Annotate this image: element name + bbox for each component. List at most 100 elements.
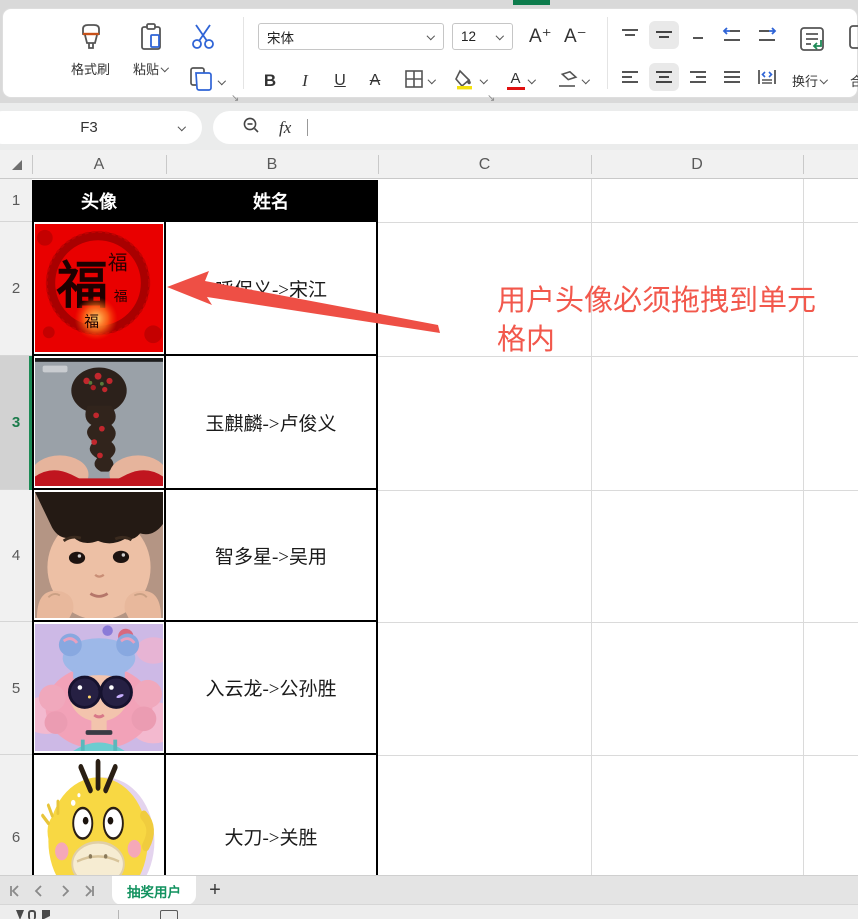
font-family-value: 宋体: [267, 27, 294, 47]
row-header-5[interactable]: 5: [0, 622, 32, 755]
row-header-column: 1 2 3 4 5 6: [0, 179, 32, 919]
chevron-down-icon: [496, 33, 504, 41]
font-size-select[interactable]: 12: [452, 23, 513, 50]
toddler-avatar[interactable]: [35, 492, 163, 618]
cell-b2[interactable]: 呼保义->宋江: [166, 222, 376, 356]
select-all-icon[interactable]: [10, 158, 24, 177]
format-painter-button[interactable]: 格式刷: [71, 21, 110, 78]
cell-b3[interactable]: 玉麒麟->卢俊义: [166, 356, 376, 490]
annotation-line2: 格内: [497, 321, 847, 360]
font-color-icon: A: [507, 72, 525, 90]
chevron-down-icon: [820, 77, 828, 85]
decrease-indent-button[interactable]: [717, 21, 747, 49]
fill-color-icon: [453, 67, 477, 96]
align-top-button[interactable]: [615, 21, 645, 49]
sheet-tab-label: 抽奖用户: [127, 881, 181, 901]
merge-cells-label: 合: [850, 71, 858, 90]
row-header-1[interactable]: 1: [0, 180, 32, 222]
annotation-note: 用户头像必须拖拽到单元 格内: [497, 282, 847, 360]
table-row: 福 福 福 福 呼保义->宋江: [34, 222, 376, 356]
align-bottom-button[interactable]: [683, 21, 713, 49]
red-dress-woman-avatar[interactable]: [35, 358, 163, 486]
wrap-text-label: 换行: [792, 71, 818, 90]
fu-blessing-avatar[interactable]: 福 福 福 福: [35, 224, 163, 352]
text-spacing-icon: [756, 68, 778, 86]
italic-button[interactable]: I: [293, 66, 317, 96]
wrap-text-icon[interactable]: [797, 25, 829, 60]
align-top-icon: [620, 27, 640, 43]
align-middle-button[interactable]: [649, 21, 679, 49]
cell-b1[interactable]: 姓名: [166, 182, 376, 222]
row-header-3-selected[interactable]: 3: [0, 356, 32, 490]
first-sheet-icon[interactable]: [6, 882, 24, 900]
align-right-button[interactable]: [683, 63, 713, 91]
search-icon[interactable]: [241, 115, 261, 140]
row-header-4[interactable]: 4: [0, 490, 32, 622]
wrap-text-button[interactable]: 换行: [792, 71, 828, 90]
cell-a5[interactable]: [34, 622, 166, 755]
decrease-font-size-button[interactable]: A⁻: [564, 25, 587, 48]
sheet-tab-active[interactable]: 抽奖用户: [112, 876, 196, 905]
add-sheet-button[interactable]: +: [203, 877, 227, 903]
increase-font-size-button[interactable]: A⁺: [529, 25, 552, 48]
cell-a4[interactable]: [34, 490, 166, 622]
column-header-b[interactable]: B: [166, 150, 378, 179]
formula-cursor: [307, 119, 308, 136]
paste-button[interactable]: 粘贴: [133, 21, 169, 78]
align-center-button[interactable]: [649, 63, 679, 91]
pink-hair-girl-avatar[interactable]: [35, 624, 163, 751]
cell-a3[interactable]: [34, 356, 166, 490]
svg-text:福: 福: [84, 313, 99, 330]
cell-a2[interactable]: 福 福 福 福: [34, 222, 166, 356]
italic-label: I: [302, 71, 308, 91]
increase-font-label: A⁺: [529, 26, 552, 47]
fill-color-button[interactable]: [449, 66, 491, 96]
merge-cells-button[interactable]: 合: [850, 71, 858, 90]
clear-format-button[interactable]: [551, 66, 593, 96]
next-sheet-icon[interactable]: [56, 882, 74, 900]
svg-text:福: 福: [108, 252, 128, 274]
align-middle-icon: [654, 27, 674, 43]
name-box[interactable]: F3: [0, 111, 202, 144]
copy-icon: [187, 65, 215, 98]
font-family-select[interactable]: 宋体: [258, 23, 444, 50]
previous-sheet-icon[interactable]: [30, 882, 48, 900]
cell-b4[interactable]: 智多星->吴用: [166, 490, 376, 622]
name-box-value: F3: [0, 119, 178, 136]
row-header-2[interactable]: 2: [0, 222, 32, 356]
bold-button[interactable]: B: [258, 66, 282, 96]
annotation-line1: 用户头像必须拖拽到单元: [497, 282, 847, 321]
borders-button[interactable]: [399, 66, 439, 96]
formula-input[interactable]: fx: [213, 111, 858, 144]
column-header-c[interactable]: C: [378, 150, 591, 179]
scissors-icon: [187, 38, 219, 55]
copy-button[interactable]: [187, 65, 226, 98]
strikethrough-button[interactable]: A: [363, 66, 387, 96]
table-row: 玉麒麟->卢俊义: [34, 356, 376, 490]
cut-button[interactable]: [187, 21, 219, 56]
column-header-a[interactable]: A: [32, 150, 166, 179]
chevron-down-icon: [218, 78, 226, 86]
text-spacing-button[interactable]: [752, 63, 782, 91]
underline-button[interactable]: U: [328, 66, 352, 96]
cell-b5[interactable]: 入云龙->公孙胜: [166, 622, 376, 755]
eraser-icon: [555, 67, 579, 96]
ribbon-panel: 格式刷 粘贴: [2, 8, 858, 98]
chevron-down-icon: [582, 77, 590, 85]
format-painter-label: 格式刷: [71, 59, 110, 78]
decrease-indent-icon: [721, 26, 743, 44]
cell-a1[interactable]: 头像: [34, 182, 166, 222]
font-color-button[interactable]: A: [501, 66, 541, 96]
font-size-value: 12: [461, 29, 476, 44]
chevron-down-icon: [178, 124, 186, 132]
column-header-d[interactable]: D: [591, 150, 803, 179]
merge-icon: [848, 23, 858, 58]
last-sheet-icon[interactable]: [80, 882, 98, 900]
justify-button[interactable]: [717, 63, 747, 91]
align-left-button[interactable]: [615, 63, 645, 91]
ribbon: 格式刷 粘贴: [0, 0, 858, 103]
chevron-down-icon: [161, 65, 169, 73]
increase-indent-button[interactable]: [752, 21, 782, 49]
align-left-icon: [620, 69, 640, 85]
strikethrough-label: A: [370, 72, 381, 90]
